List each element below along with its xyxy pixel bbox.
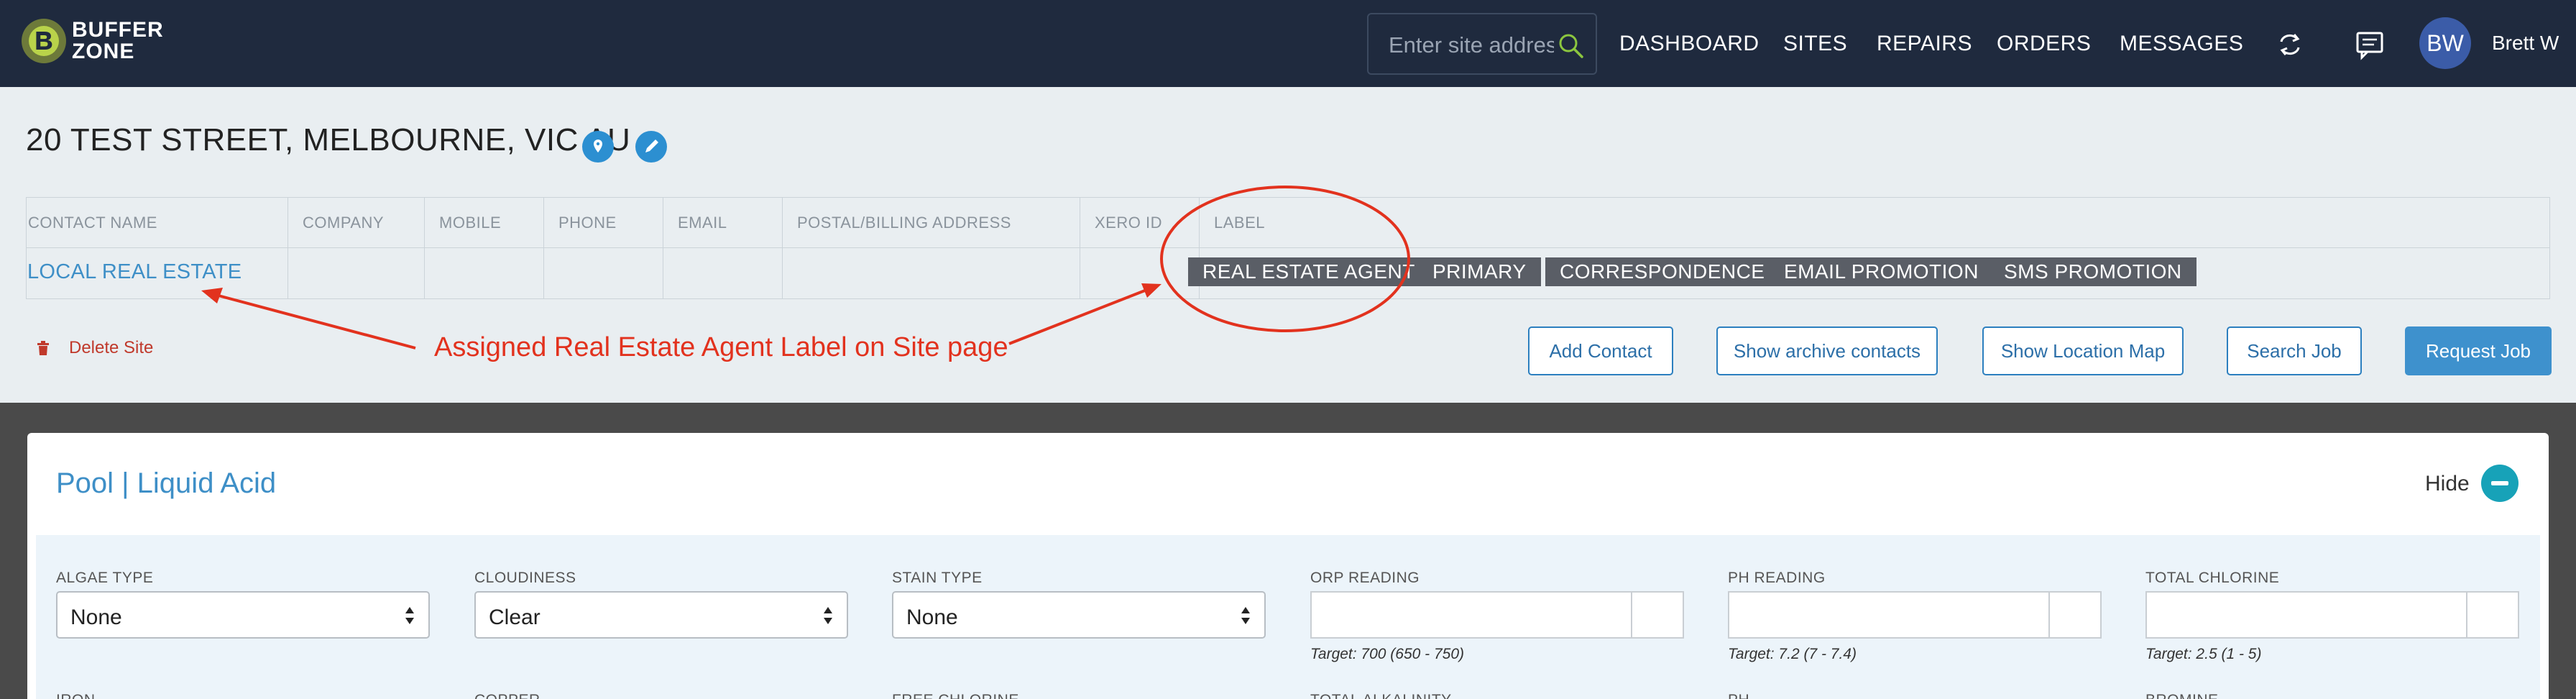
logo-icon: B xyxy=(22,19,66,63)
ph-label: PH xyxy=(1728,692,1749,699)
delete-site-button[interactable]: Delete Site xyxy=(36,338,153,358)
header-contact-name: CONTACT NAME xyxy=(28,214,157,232)
label-tag: PRIMARY xyxy=(1418,257,1541,286)
nav-orders[interactable]: ORDERS xyxy=(1997,32,2091,56)
header-xero-id: XERO ID xyxy=(1095,214,1162,232)
total-chlorine-target: Target: 2.5 (1 - 5) xyxy=(2145,646,2262,662)
request-job-button[interactable]: Request Job xyxy=(2405,326,2552,375)
select-arrows-icon xyxy=(1241,607,1250,624)
top-nav-bar: B BUFFER ZONE DASHBOARD SITES REPAIRS OR… xyxy=(0,0,2576,87)
stain-type-label: STAIN TYPE xyxy=(892,570,983,586)
nav-sites[interactable]: SITES xyxy=(1783,32,1847,56)
algae-type-label: ALGAE TYPE xyxy=(56,570,154,586)
col-company: COMPANY xyxy=(288,198,425,298)
edit-site-button[interactable] xyxy=(635,131,667,163)
col-mobile: MOBILE xyxy=(425,198,544,298)
nav-repairs[interactable]: REPAIRS xyxy=(1877,32,1972,56)
nav-messages[interactable]: MESSAGES xyxy=(2120,32,2243,56)
nav-dashboard[interactable]: DASHBOARD xyxy=(1619,32,1760,56)
header-mobile: MOBILE xyxy=(439,214,502,232)
annotation-text: Assigned Real Estate Agent Label on Site… xyxy=(434,332,1008,362)
collapse-icon[interactable] xyxy=(2481,465,2518,502)
header-email: EMAIL xyxy=(678,214,727,232)
total-alkalinity-label: TOTAL ALKALINITY xyxy=(1310,692,1452,699)
col-email: EMAIL xyxy=(663,198,783,298)
delete-site-label: Delete Site xyxy=(69,338,154,357)
orp-reading-label: ORP READING xyxy=(1310,570,1420,586)
trash-icon xyxy=(37,341,49,355)
col-phone: PHONE xyxy=(544,198,663,298)
cloudiness-label: CLOUDINESS xyxy=(474,570,576,586)
pencil-icon xyxy=(645,140,658,152)
header-phone: PHONE xyxy=(558,214,617,232)
free-chlorine-label: FREE CHLORINE xyxy=(892,692,1019,699)
stain-type-value: None xyxy=(906,606,958,629)
ph-reading-input[interactable] xyxy=(1728,591,2048,639)
map-pin-icon xyxy=(594,140,602,152)
label-tag: CORRESPONDENCE xyxy=(1545,257,1780,286)
label-tag: SMS PROMOTION xyxy=(1990,257,2196,286)
show-archive-contacts-button[interactable]: Show archive contacts xyxy=(1716,326,1938,375)
brand-line-2: ZONE xyxy=(72,40,135,63)
brand-line-1: BUFFER xyxy=(72,18,164,42)
iron-label: IRON xyxy=(56,692,96,699)
orp-reading-addon xyxy=(1631,591,1684,639)
ph-reading-label: PH READING xyxy=(1728,570,1826,586)
site-search xyxy=(1367,13,1597,75)
search-input[interactable] xyxy=(1389,32,1554,59)
header-company: COMPANY xyxy=(303,214,385,232)
contact-name-link[interactable]: LOCAL REAL ESTATE xyxy=(27,260,242,284)
orp-reading-input[interactable] xyxy=(1310,591,1631,639)
hide-label[interactable]: Hide xyxy=(2425,472,2470,496)
stain-type-select[interactable]: None xyxy=(892,591,1266,639)
select-arrows-icon xyxy=(405,607,414,624)
panel-title: Pool | Liquid Acid xyxy=(56,467,277,499)
header-label: LABEL xyxy=(1214,214,1265,232)
algae-type-value: None xyxy=(70,606,122,629)
location-button[interactable] xyxy=(582,131,614,163)
show-location-map-button[interactable]: Show Location Map xyxy=(1982,326,2184,375)
page-title: 20 TEST STREET, MELBOURNE, VIC AU xyxy=(26,122,631,157)
search-job-button[interactable]: Search Job xyxy=(2227,326,2362,375)
total-chlorine-input[interactable] xyxy=(2145,591,2466,639)
cloudiness-value: Clear xyxy=(489,606,540,629)
total-chlorine-label: TOTAL CHLORINE xyxy=(2145,570,2280,586)
copper-label: COPPER xyxy=(474,692,540,699)
algae-type-select[interactable]: None xyxy=(56,591,430,639)
ph-target: Target: 7.2 (7 - 7.4) xyxy=(1728,646,1857,662)
cloudiness-select[interactable]: Clear xyxy=(474,591,848,639)
brand-logo[interactable]: B BUFFER ZONE xyxy=(22,19,164,63)
header-postal-address: POSTAL/BILLING ADDRESS xyxy=(797,214,1011,232)
ph-reading-addon xyxy=(2048,591,2102,639)
bromine-label: BROMINE xyxy=(2145,692,2219,699)
select-arrows-icon xyxy=(824,607,832,624)
label-tag: EMAIL PROMOTION xyxy=(1770,257,1993,286)
total-chlorine-addon xyxy=(2466,591,2519,639)
search-icon[interactable] xyxy=(1557,32,1586,60)
user-name[interactable]: Brett W xyxy=(2492,32,2559,55)
col-postal: POSTAL/BILLING ADDRESS xyxy=(783,198,1080,298)
sync-icon[interactable] xyxy=(2273,27,2307,62)
add-contact-button[interactable]: Add Contact xyxy=(1528,326,1673,375)
user-avatar[interactable]: BW xyxy=(2419,17,2471,69)
label-tag: REAL ESTATE AGENT xyxy=(1188,257,1430,286)
annotation-arrow-left xyxy=(215,293,416,350)
orp-target: Target: 700 (650 - 750) xyxy=(1310,646,1465,662)
col-xero: XERO ID xyxy=(1080,198,1200,298)
chat-icon[interactable] xyxy=(2353,27,2388,62)
